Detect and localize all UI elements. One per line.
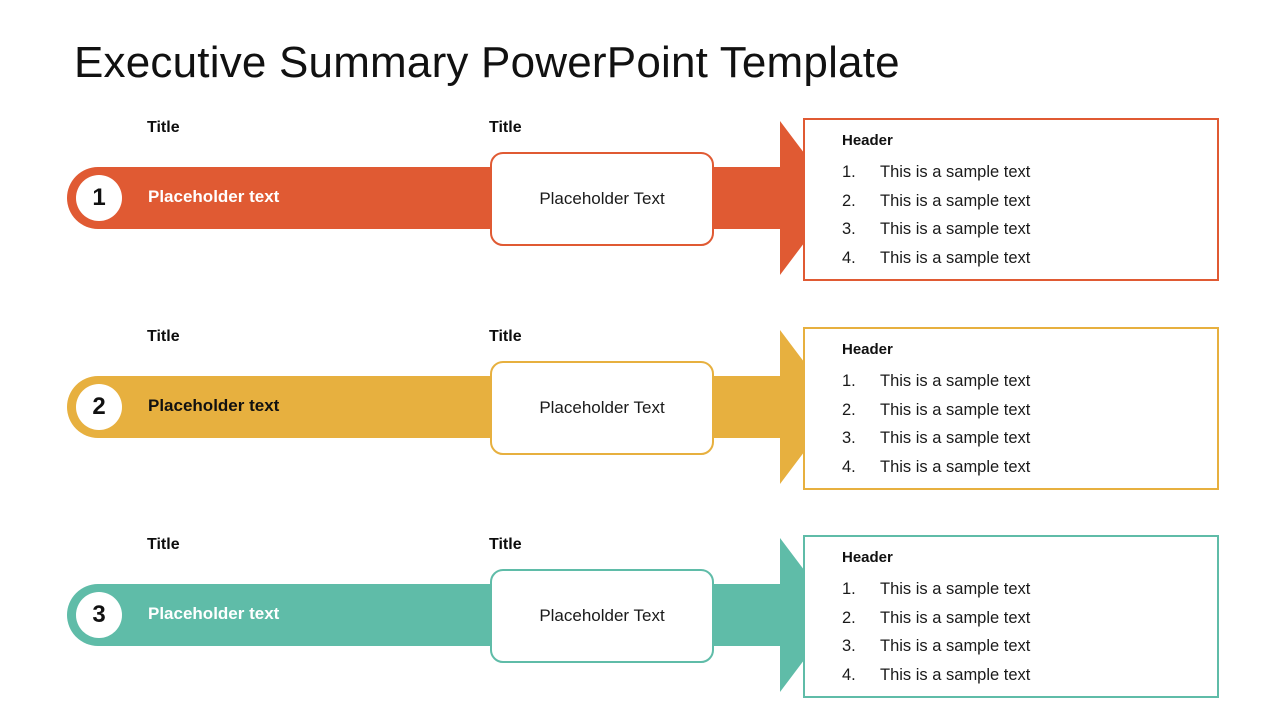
list-item-number: 2.	[842, 608, 856, 627]
process-row-3: Title Title 3 Placeholder text Placehold…	[0, 527, 1280, 727]
list-item-text: This is a sample text	[880, 372, 1031, 390]
row-2-left-caption: Title	[147, 328, 180, 345]
row-2-step-number-label: 2	[92, 393, 106, 420]
list-item-number: 2.	[842, 191, 856, 210]
row-1-middle-caption: Title	[489, 119, 522, 136]
row-2-panel-header: Header	[842, 341, 893, 358]
list-item-text: This is a sample text	[880, 608, 1031, 627]
row-1-step-number-label: 1	[92, 184, 106, 211]
list-item-number: 1.	[842, 163, 856, 181]
list-item-number: 3.	[842, 429, 856, 447]
list-item: 3. This is a sample text	[842, 632, 1030, 661]
list-item-text: This is a sample text	[880, 248, 1031, 267]
row-3-left-caption: Title	[147, 536, 180, 553]
process-row-2: Title Title 2 Placeholder text Placehold…	[0, 319, 1280, 519]
row-3-panel-list: 1. This is a sample text 2. This is a sa…	[842, 575, 1030, 689]
list-item: 4. This is a sample text	[842, 453, 1030, 482]
row-2-panel-list: 1. This is a sample text 2. This is a sa…	[842, 367, 1030, 481]
list-item: 4. This is a sample text	[842, 244, 1030, 273]
process-row-1: Title Title 1 Placeholder text Placehold…	[0, 110, 1280, 310]
row-2-bar-label: Placeholder text	[148, 396, 280, 415]
list-item-number: 3.	[842, 220, 856, 238]
row-1-left-caption: Title	[147, 119, 180, 136]
list-item-number: 4.	[842, 248, 856, 267]
list-item: 3. This is a sample text	[842, 424, 1030, 453]
list-item-text: This is a sample text	[880, 637, 1031, 655]
list-item-text: This is a sample text	[880, 220, 1031, 238]
row-3-middle-box[interactable]: Placeholder Text	[490, 569, 714, 663]
list-item: 2. This is a sample text	[842, 604, 1030, 633]
list-item-text: This is a sample text	[880, 457, 1031, 476]
row-3-step-number: 3	[76, 592, 122, 638]
list-item: 1. This is a sample text	[842, 575, 1030, 604]
list-item: 4. This is a sample text	[842, 661, 1030, 690]
list-item: 3. This is a sample text	[842, 215, 1030, 244]
list-item-text: This is a sample text	[880, 400, 1031, 419]
row-3-bar-label: Placeholder text	[148, 604, 280, 623]
row-3-middle-caption: Title	[489, 536, 522, 553]
row-2-middle-caption: Title	[489, 328, 522, 345]
row-1-detail-panel[interactable]: Header 1. This is a sample text 2. This …	[803, 118, 1219, 281]
list-item-text: This is a sample text	[880, 665, 1031, 684]
row-3-detail-panel[interactable]: Header 1. This is a sample text 2. This …	[803, 535, 1219, 698]
row-1-bar-label: Placeholder text	[148, 187, 280, 206]
row-2-step-number: 2	[76, 384, 122, 430]
list-item: 2. This is a sample text	[842, 187, 1030, 216]
row-2-detail-panel[interactable]: Header 1. This is a sample text 2. This …	[803, 327, 1219, 490]
list-item-number: 3.	[842, 637, 856, 655]
list-item: 2. This is a sample text	[842, 396, 1030, 425]
list-item-text: This is a sample text	[880, 580, 1031, 598]
row-2-middle-box-label: Placeholder Text	[539, 398, 665, 417]
row-1-middle-box-label: Placeholder Text	[539, 189, 665, 208]
list-item-number: 4.	[842, 457, 856, 476]
list-item-number: 1.	[842, 372, 856, 390]
row-1-panel-header: Header	[842, 132, 893, 149]
row-3-middle-box-label: Placeholder Text	[539, 606, 665, 625]
list-item-number: 1.	[842, 580, 856, 598]
list-item-number: 4.	[842, 665, 856, 684]
row-1-middle-box[interactable]: Placeholder Text	[490, 152, 714, 246]
list-item-number: 2.	[842, 400, 856, 419]
list-item-text: This is a sample text	[880, 429, 1031, 447]
row-1-panel-list: 1. This is a sample text 2. This is a sa…	[842, 158, 1030, 272]
row-3-step-number-label: 3	[92, 601, 106, 628]
list-item: 1. This is a sample text	[842, 367, 1030, 396]
page-title: Executive Summary PowerPoint Template	[74, 38, 900, 87]
list-item: 1. This is a sample text	[842, 158, 1030, 187]
row-3-panel-header: Header	[842, 549, 893, 566]
row-1-step-number: 1	[76, 175, 122, 221]
list-item-text: This is a sample text	[880, 163, 1031, 181]
row-2-middle-box[interactable]: Placeholder Text	[490, 361, 714, 455]
list-item-text: This is a sample text	[880, 191, 1031, 210]
